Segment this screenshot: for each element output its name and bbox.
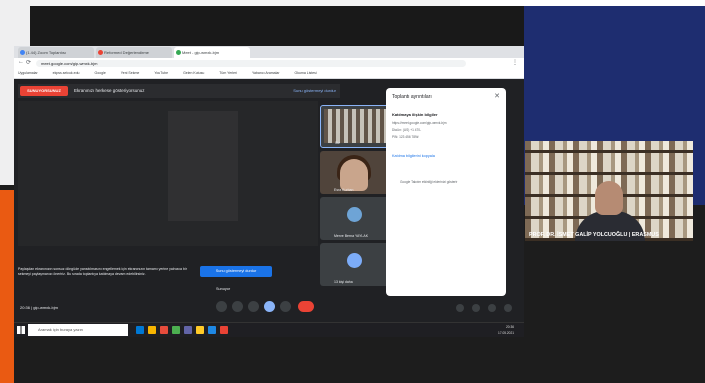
people-icon[interactable] — [472, 304, 480, 312]
end-call-icon[interactable] — [298, 301, 314, 312]
speaker-caption: PROF. DR. İSMET GALİP YOLCUOĞLU | ERASMU… — [529, 232, 659, 238]
browser-tab-3[interactable]: Meet - gip-wmxk-bjm — [174, 47, 250, 58]
browser-tab-bar: (1.44) Zoom Toplantısı Reformed Değerlen… — [14, 46, 524, 58]
tab-label: Reformed Değerlendirme — [104, 50, 149, 55]
taskbar-app-icon[interactable] — [172, 326, 180, 334]
taskbar-clock: 20:36 17.05.2021 — [498, 324, 514, 336]
backdrop-dark-strip — [30, 6, 524, 46]
activities-icon[interactable] — [504, 304, 512, 312]
participant-tile[interactable]: Merve Berna YAYLAK — [320, 197, 390, 240]
close-icon[interactable]: ✕ — [494, 92, 500, 100]
participant-tiles: Siz Esra Kurban Merve Berna YAYLAK 13 ki… — [320, 105, 392, 286]
stop-presenting-button[interactable]: Sunu göstermeyi durdur — [200, 266, 272, 277]
bookmark-item[interactable]: Yeni Sekme — [121, 71, 140, 75]
speaker-head — [595, 181, 623, 215]
tab-favicon-icon — [98, 50, 103, 55]
mic-icon[interactable] — [216, 301, 227, 312]
bookmark-item[interactable]: YouTube — [154, 71, 168, 75]
camera-icon[interactable] — [232, 301, 243, 312]
more-options-icon[interactable] — [280, 301, 291, 312]
panel-subtitle: Katılmaya ilişkin bilgiler — [392, 112, 438, 117]
windows-start-icon[interactable] — [17, 326, 25, 334]
taskbar-app-icon[interactable] — [160, 326, 168, 334]
stage-overlay — [18, 101, 318, 246]
tab-favicon-icon — [176, 50, 181, 55]
taskbar-app-icon[interactable] — [136, 326, 144, 334]
taskbar-search-input[interactable]: Aramak için buraya yazın — [28, 324, 128, 336]
url-input[interactable]: meet.google.com/gip-wmxk-bjm — [36, 60, 466, 67]
background-orange-stripe — [0, 190, 14, 383]
bookmark-item[interactable]: Tüm Yerleri — [219, 71, 237, 75]
presenting-banner-text: Ekranınızı herkese gösteriyorsunuz — [74, 88, 145, 93]
taskbar-folder-icon[interactable] — [148, 326, 156, 334]
bookmarks-bar: Uygulamalar ekpss.selcuk.edu Google Yeni… — [14, 69, 524, 79]
screen-share-warning: Paylaşılan ekranınızın sonsuz döngüde ya… — [18, 267, 187, 276]
tab-favicon-icon — [20, 50, 25, 55]
presenting-label: Sunuyor — [216, 287, 231, 291]
meeting-clock: 20:36 | gip-wmxk-bjm — [20, 305, 58, 310]
bookmark-item[interactable]: Yabancı Aramalar — [252, 71, 280, 75]
meeting-details-panel: Toplantı ayrıntıları ✕ Katılmaya ilişkin… — [386, 88, 506, 296]
bookmark-item[interactable]: ekpss.selcuk.edu — [53, 71, 80, 75]
bookmark-item[interactable]: Google — [94, 71, 105, 75]
taskbar-date: 17.05.2021 — [498, 331, 514, 335]
tab-label: (1.44) Zoom Toplantısı — [26, 50, 66, 55]
bookshelf-video — [324, 109, 386, 143]
participant-tile-more[interactable]: 13 kişi daha — [320, 243, 390, 286]
more-participants-avatar — [347, 253, 362, 268]
taskbar-app-icon[interactable] — [196, 326, 204, 334]
back-arrow-icon[interactable]: ← — [18, 59, 24, 65]
stop-sharing-link[interactable]: Sunu göstermeyi durdur — [293, 84, 336, 98]
bookmark-item[interactable]: Uygulamalar — [18, 71, 38, 75]
participant-name: Esra Kurban — [334, 188, 354, 192]
presenting-banner: SUNUYORSUNUZ Ekranınızı herkese gösteriy… — [18, 84, 340, 98]
participant-tile[interactable]: Esra Kurban — [320, 151, 390, 194]
taskbar-app-icon[interactable] — [184, 326, 192, 334]
calendar-note: Google Takvim etkinliği eklerinizi göste… — [400, 180, 458, 184]
tab-label: Meet - gip-wmxk-bjm — [182, 50, 220, 55]
taskbar-chrome-icon[interactable] — [220, 326, 228, 334]
participant-face — [340, 159, 368, 191]
copy-join-info-link[interactable]: Katılma bilgilerini kopyala — [392, 154, 435, 158]
windows-taskbar: Aramak için buraya yazın 20:36 17.05.202… — [14, 322, 524, 337]
participant-name: Merve Berna YAYLAK — [334, 234, 369, 238]
presenting-badge[interactable]: SUNUYORSUNUZ — [20, 86, 68, 96]
reload-icon[interactable]: ⟳ — [26, 59, 31, 66]
panel-title: Toplantı ayrıntıları — [392, 94, 432, 100]
participant-avatar — [347, 207, 362, 222]
join-info-line: PIN: 123 456 789# — [392, 135, 419, 139]
menu-dots-icon[interactable]: ⋮ — [512, 59, 518, 66]
chat-icon[interactable] — [488, 304, 496, 312]
participant-tile-self[interactable]: Siz — [320, 105, 390, 148]
info-icon[interactable] — [456, 304, 464, 312]
join-info-line: https://meet.google.com/gip-wmxk-bjm — [392, 121, 447, 125]
taskbar-app-icon[interactable] — [208, 326, 216, 334]
browser-tab-1[interactable]: (1.44) Zoom Toplantısı — [18, 47, 94, 58]
participant-name: 13 kişi daha — [334, 280, 353, 284]
bookmark-item[interactable]: Gelen Kutusu — [183, 71, 204, 75]
join-info-line: Dial-in: (US) +1 470- — [392, 128, 422, 132]
captions-icon[interactable] — [248, 301, 259, 312]
presentation-stage — [18, 101, 318, 246]
browser-tab-2[interactable]: Reformed Değerlendirme — [96, 47, 172, 58]
address-bar-row: ← ⟳ meet.google.com/gip-wmxk-bjm ⋮ — [14, 58, 524, 69]
participant-name: Siz — [335, 141, 340, 145]
bookmark-item[interactable]: Okuma Listesi — [295, 71, 317, 75]
speaker-video: PROF. DR. İSMET GALİP YOLCUOĞLU | ERASMU… — [525, 141, 693, 241]
present-icon[interactable] — [264, 301, 275, 312]
